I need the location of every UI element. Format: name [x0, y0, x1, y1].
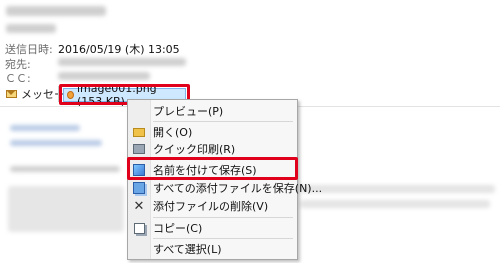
- sender-blurred: [6, 24, 56, 33]
- save-all-icon: [132, 181, 146, 195]
- menu-item-quick-print[interactable]: クイック印刷(R): [128, 140, 297, 158]
- to-value-blurred: [58, 58, 186, 66]
- delete-x-icon: ✕: [133, 198, 145, 214]
- envelope-icon: [6, 90, 17, 98]
- menu-item-remove-attachment[interactable]: ✕ 添付ファイルの削除(V): [128, 197, 297, 215]
- body-right-blurred-2: [300, 200, 490, 208]
- body-text-blurred-2: [10, 140, 102, 146]
- menu-item-select-all[interactable]: すべて選択(L): [128, 240, 297, 258]
- menu-item-label: プレビュー(P): [153, 105, 224, 118]
- menu-item-copy[interactable]: コピー(C): [128, 219, 297, 237]
- menu-item-open[interactable]: 開く(O): [128, 123, 297, 141]
- save-as-highlight-frame: [127, 157, 298, 180]
- folder-open-icon: [132, 125, 146, 139]
- menu-item-label: すべて選択(L): [153, 243, 222, 256]
- sent-value: 2016/05/19 (木) 13:05: [58, 43, 180, 56]
- menu-item-label: 添付ファイルの削除(V): [153, 200, 269, 213]
- subject-blurred: [6, 6, 106, 16]
- printer-icon: [132, 142, 146, 156]
- sent-label: 送信日時:: [5, 43, 53, 56]
- menu-item-save-all[interactable]: すべての添付ファイルを保存(N)...: [128, 179, 322, 197]
- body-right-blurred-1: [300, 185, 495, 193]
- copy-icon: [132, 221, 146, 235]
- menu-item-label: コピー(C): [153, 222, 203, 235]
- menu-item-preview[interactable]: プレビュー(P): [128, 102, 297, 120]
- cc-value-blurred: [58, 72, 150, 80]
- menu-separator: [153, 238, 293, 239]
- body-text-blurred-3: [10, 166, 120, 172]
- body-text-blurred-1: [10, 125, 80, 131]
- menu-item-label: すべての添付ファイルを保存(N)...: [153, 182, 323, 195]
- menu-item-label: クイック印刷(R): [153, 143, 236, 156]
- menu-separator: [153, 121, 293, 122]
- body-box-blurred: [8, 186, 124, 232]
- menu-separator: [153, 217, 293, 218]
- menu-item-label: 開く(O): [153, 126, 193, 139]
